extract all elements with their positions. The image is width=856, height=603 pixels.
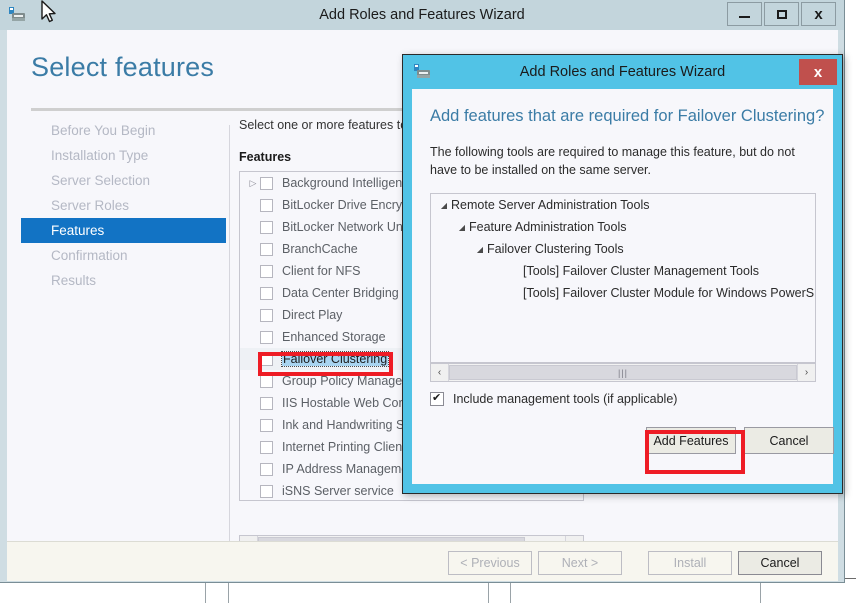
include-management-tools-checkbox-row[interactable]: Include management tools (if applicable) [430,392,677,406]
tree-item[interactable]: ◢ [Tools] Failover Cluster Module for Wi… [431,282,815,304]
feature-label: Client for NFS [282,264,361,278]
sidebar-item-confirmation[interactable]: Confirmation [21,243,226,268]
dialog-heading: Add features that are required for Failo… [430,107,824,126]
feature-label: BranchCache [282,242,358,256]
scroll-right-icon[interactable]: › [797,364,815,381]
feature-checkbox[interactable] [260,375,273,388]
scrollbar-thumb[interactable]: ||| [449,365,797,380]
feature-checkbox[interactable] [260,419,273,432]
scroll-left-icon[interactable]: ‹ [431,364,449,381]
sidebar-item-server-roles[interactable]: Server Roles [21,193,226,218]
include-management-tools-checkbox[interactable] [430,392,444,406]
tree-item-label: Remote Server Administration Tools [451,198,649,212]
sidebar-item-server-selection[interactable]: Server Selection [21,168,226,193]
sidebar-item-installation-type[interactable]: Installation Type [21,143,226,168]
failover-clustering-checkbox[interactable] [260,353,273,366]
install-button[interactable]: Install [648,551,732,575]
minimize-button[interactable] [727,2,762,26]
tree-item-label: [Tools] Failover Cluster Module for Wind… [523,286,816,300]
maximize-icon [777,10,787,19]
feature-checkbox[interactable] [260,221,273,234]
feature-label: Enhanced Storage [282,330,386,344]
page-title: Select features [31,52,214,83]
minimize-icon [739,16,750,18]
sidebar-divider [229,125,230,545]
previous-button[interactable]: < Previous [448,551,532,575]
tree-item[interactable]: ◢ Feature Administration Tools [431,216,815,238]
cancel-button[interactable]: Cancel [738,551,822,575]
close-button[interactable]: x [801,2,836,26]
feature-checkbox[interactable] [260,199,273,212]
sidebar-item-results[interactable]: Results [21,268,226,293]
dialog-titlebar[interactable]: Add Roles and Features Wizard x [403,55,842,89]
chevron-right-icon[interactable]: ▷ [246,178,260,189]
wizard-footer: < Previous Next > Install Cancel [7,541,838,581]
feature-label: Internet Printing Client [282,440,406,454]
feature-checkbox[interactable] [260,463,273,476]
required-tools-tree[interactable]: ◢ Remote Server Administration Tools ◢ F… [430,193,816,363]
feature-checkbox[interactable] [260,309,273,322]
tree-item[interactable]: ◢ [Tools] Failover Cluster Management To… [431,260,815,282]
feature-checkbox[interactable] [260,397,273,410]
add-features-button[interactable]: Add Features [646,427,736,454]
feature-label: Direct Play [282,308,342,322]
feature-checkbox[interactable] [260,243,273,256]
feature-checkbox[interactable] [260,485,273,498]
tree-item[interactable]: ◢ Failover Clustering Tools [431,238,815,260]
main-window-title: Add Roles and Features Wizard [0,0,844,30]
feature-label: iSNS Server service [282,484,394,498]
feature-label: IIS Hostable Web Core [282,396,410,410]
sidebar-item-before-you-begin[interactable]: Before You Begin [21,118,226,143]
dialog-body: Add features that are required for Failo… [412,89,833,484]
feature-checkbox[interactable] [260,177,273,190]
close-icon: x [814,7,822,22]
dialog-close-button[interactable]: x [799,59,837,85]
dialog-description: The following tools are required to mana… [430,143,820,179]
include-management-tools-label: Include management tools (if applicable) [453,392,677,406]
feature-checkbox[interactable] [260,441,273,454]
dialog-title: Add Roles and Features Wizard [403,55,842,89]
dialog-horizontal-scrollbar[interactable]: ‹ ||| › [430,363,816,382]
tree-item-label: Feature Administration Tools [469,220,627,234]
tree-item[interactable]: ◢ Remote Server Administration Tools [431,194,815,216]
add-features-required-dialog: Add Roles and Features Wizard x Add feat… [402,54,843,494]
feature-checkbox[interactable] [260,331,273,344]
next-button[interactable]: Next > [538,551,622,575]
expanded-triangle-icon[interactable]: ◢ [437,201,451,210]
maximize-button[interactable] [764,2,799,26]
dialog-cancel-button[interactable]: Cancel [744,427,834,454]
tree-item-label: [Tools] Failover Cluster Management Tool… [523,264,759,278]
sidebar-item-features[interactable]: Features [21,218,226,243]
feature-label: Data Center Bridging [282,286,399,300]
mouse-cursor [40,0,58,26]
desktop-background: Add Roles and Features Wizard x Select f… [0,0,856,602]
feature-checkbox[interactable] [260,287,273,300]
expanded-triangle-icon[interactable]: ◢ [473,245,487,254]
wizard-sidebar: Before You Begin Installation Type Serve… [21,118,226,518]
main-window-titlebar[interactable]: Add Roles and Features Wizard x [0,0,844,30]
feature-label: Failover Clustering [282,352,388,366]
expanded-triangle-icon[interactable]: ◢ [455,223,469,232]
scrollbar-track[interactable]: ||| [449,364,797,381]
tree-item-label: Failover Clustering Tools [487,242,624,256]
feature-checkbox[interactable] [260,265,273,278]
